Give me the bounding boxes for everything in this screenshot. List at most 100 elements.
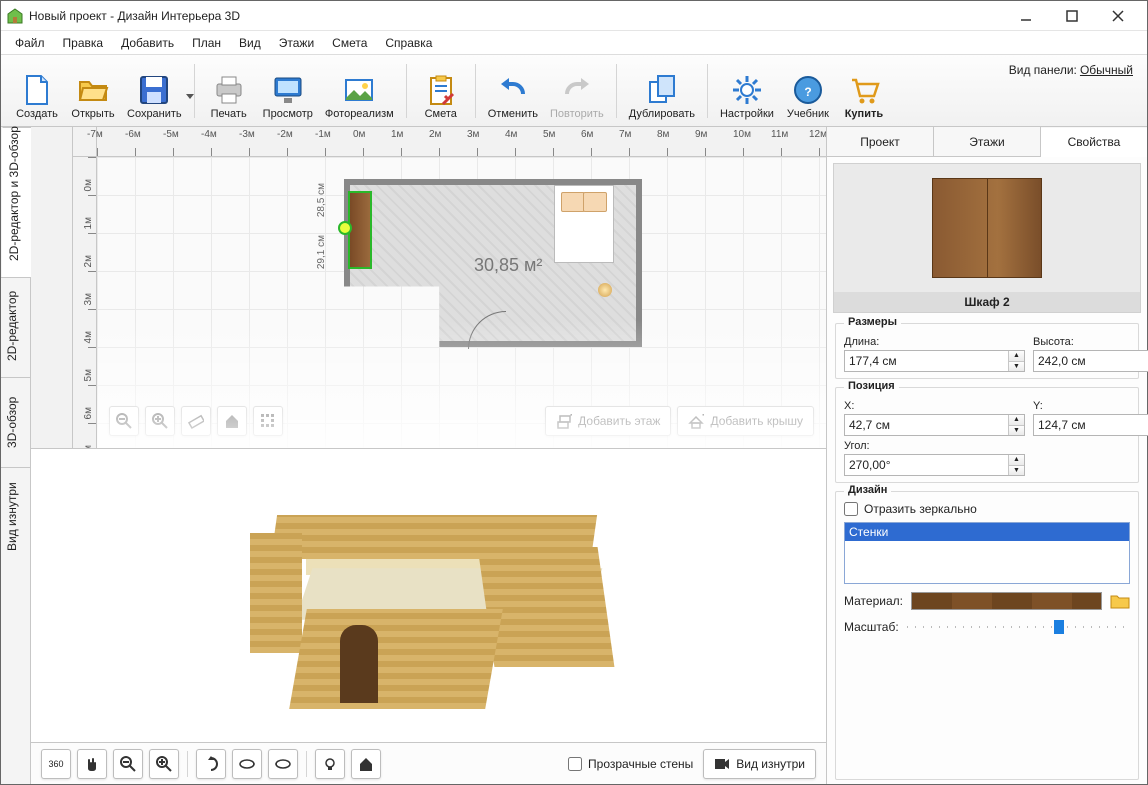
- duplicate-button[interactable]: Дублировать: [623, 60, 701, 122]
- ruler-handle[interactable]: [31, 127, 73, 448]
- app-window: Новый проект - Дизайн Интерьера 3D Файл …: [0, 0, 1148, 785]
- add-roof-button[interactable]: + Добавить крышу: [677, 406, 814, 436]
- tab-inside[interactable]: Вид изнутри: [1, 467, 30, 567]
- view-tabs: 2D-редактор и 3D-обзор 2D-редактор 3D-об…: [1, 127, 31, 784]
- transparent-walls-input[interactable]: [568, 757, 582, 771]
- home-3d-button[interactable]: [351, 749, 381, 779]
- material-swatch[interactable]: [911, 592, 1102, 610]
- orbit-button[interactable]: [232, 749, 262, 779]
- manual-button[interactable]: ? Учебник: [780, 60, 836, 122]
- rotate-360-icon: 360: [48, 759, 63, 769]
- house-3d[interactable]: [244, 497, 614, 737]
- menu-help[interactable]: Справка: [377, 34, 440, 52]
- orbit-reverse-icon: [275, 756, 291, 772]
- pane-2d[interactable]: -7м-6м-5м-4м-3м-2м-1м0м1м2м3м4м5м6м7м8м9…: [31, 127, 826, 449]
- group-label: Размеры: [844, 316, 901, 328]
- snap-button[interactable]: [253, 406, 283, 436]
- menu-plan[interactable]: План: [184, 34, 229, 52]
- list-item[interactable]: Стенки: [845, 523, 1129, 541]
- menu-view[interactable]: Вид: [231, 34, 269, 52]
- scale-slider[interactable]: [907, 618, 1130, 636]
- help-icon: ?: [792, 74, 824, 106]
- cart-icon: [848, 74, 880, 106]
- floor-plan[interactable]: 30,85 м² 28,5 см 29,1 см: [344, 179, 642, 347]
- home-2d-button[interactable]: [217, 406, 247, 436]
- tab-floors[interactable]: Этажи: [934, 127, 1041, 156]
- tab-2d-3d[interactable]: 2D-редактор и 3D-обзор: [2, 127, 31, 277]
- tab-properties[interactable]: Свойства: [1041, 128, 1147, 157]
- save-icon: [138, 74, 170, 106]
- add-roof-icon: +: [688, 413, 704, 429]
- snap-icon: [260, 413, 276, 429]
- angle-label: Угол:: [844, 440, 1025, 452]
- zoom-in-3d[interactable]: [149, 749, 179, 779]
- slider-thumb[interactable]: [1054, 620, 1064, 634]
- menu-estimate[interactable]: Смета: [324, 34, 375, 52]
- orbit-reverse-button[interactable]: [268, 749, 298, 779]
- menu-edit[interactable]: Правка: [55, 34, 112, 52]
- close-button[interactable]: [1095, 1, 1141, 31]
- rotate-360-button[interactable]: 360: [41, 749, 71, 779]
- editor-area: -7м-6м-5м-4м-3м-2м-1м0м1м2м3м4м5м6м7м8м9…: [31, 127, 827, 784]
- buy-button[interactable]: Купить: [836, 60, 892, 122]
- titlebar: Новый проект - Дизайн Интерьера 3D: [1, 1, 1147, 31]
- lighting-button[interactable]: [315, 749, 345, 779]
- add-floor-button[interactable]: + Добавить этаж: [545, 406, 671, 436]
- open-button[interactable]: Открыть: [65, 60, 121, 122]
- y-input[interactable]: ▲▼: [1033, 414, 1148, 436]
- svg-text:+: +: [702, 413, 704, 422]
- settings-button[interactable]: Настройки: [714, 60, 780, 122]
- undo-button[interactable]: Отменить: [482, 60, 544, 122]
- angle-input[interactable]: ▲▼: [844, 454, 1025, 476]
- zoom-out-icon: [116, 413, 132, 429]
- mirror-checkbox[interactable]: Отразить зеркально: [844, 502, 1130, 516]
- spin-down-icon[interactable]: ▼: [1009, 362, 1024, 372]
- rotation-handle[interactable]: [338, 221, 352, 235]
- tab-project[interactable]: Проект: [827, 127, 934, 156]
- group-dimensions: Размеры Длина: ▲▼ Высота: ▲▼ Глубина: ▲▼: [835, 323, 1139, 379]
- save-button[interactable]: Сохранить: [121, 60, 188, 122]
- panel-mode-link[interactable]: Обычный: [1080, 63, 1133, 77]
- photo-icon: [343, 74, 375, 106]
- pan-button[interactable]: [77, 749, 107, 779]
- menu-floors[interactable]: Этажи: [271, 34, 322, 52]
- maximize-button[interactable]: [1049, 1, 1095, 31]
- orbit-icon: [239, 756, 255, 772]
- estimate-button[interactable]: Смета: [413, 60, 469, 122]
- inside-view-button[interactable]: Вид изнутри: [703, 749, 816, 779]
- light-object[interactable]: [598, 283, 612, 297]
- menu-file[interactable]: Файл: [7, 34, 53, 52]
- zoom-out-3d[interactable]: [113, 749, 143, 779]
- parts-listbox[interactable]: Стенки: [844, 522, 1130, 584]
- redo-button[interactable]: Повторить: [544, 60, 610, 122]
- zoom-in-2d[interactable]: [145, 406, 175, 436]
- measure-button[interactable]: [181, 406, 211, 436]
- transparent-walls-checkbox[interactable]: Прозрачные стены: [568, 757, 693, 771]
- height-input[interactable]: ▲▼: [1033, 350, 1148, 372]
- duplicate-icon: [646, 74, 678, 106]
- print-button[interactable]: Печать: [201, 60, 257, 122]
- menu-add[interactable]: Добавить: [113, 34, 182, 52]
- spin-up-icon[interactable]: ▲: [1009, 351, 1024, 362]
- zoom-out-2d[interactable]: [109, 406, 139, 436]
- bed-object[interactable]: [554, 185, 614, 263]
- main-toolbar: Вид панели: Обычный Создать Открыть Сохр…: [1, 55, 1147, 127]
- home-icon: [358, 756, 374, 772]
- preview-button[interactable]: Просмотр: [257, 60, 319, 122]
- dimension-top: 28,5 см: [316, 183, 327, 217]
- length-input[interactable]: ▲▼: [844, 350, 1025, 372]
- browse-material-button[interactable]: [1110, 593, 1130, 609]
- tab-3d[interactable]: 3D-обзор: [1, 377, 30, 467]
- save-dropdown-icon[interactable]: [186, 94, 194, 102]
- mirror-input[interactable]: [844, 502, 858, 516]
- tilt-button[interactable]: [196, 749, 226, 779]
- pane-3d[interactable]: 360 Прозрачные стены: [31, 449, 826, 784]
- x-input[interactable]: ▲▼: [844, 414, 1025, 436]
- ruler-vertical: 0м1м2м3м4м5м6м7м: [73, 157, 97, 448]
- tab-2d[interactable]: 2D-редактор: [1, 277, 30, 377]
- object-preview: Шкаф 2: [833, 163, 1141, 313]
- create-button[interactable]: Создать: [9, 60, 65, 122]
- photoreal-button[interactable]: Фотореализм: [319, 60, 400, 122]
- minimize-button[interactable]: [1003, 1, 1049, 31]
- panel-mode-label: Вид панели:: [1009, 63, 1077, 77]
